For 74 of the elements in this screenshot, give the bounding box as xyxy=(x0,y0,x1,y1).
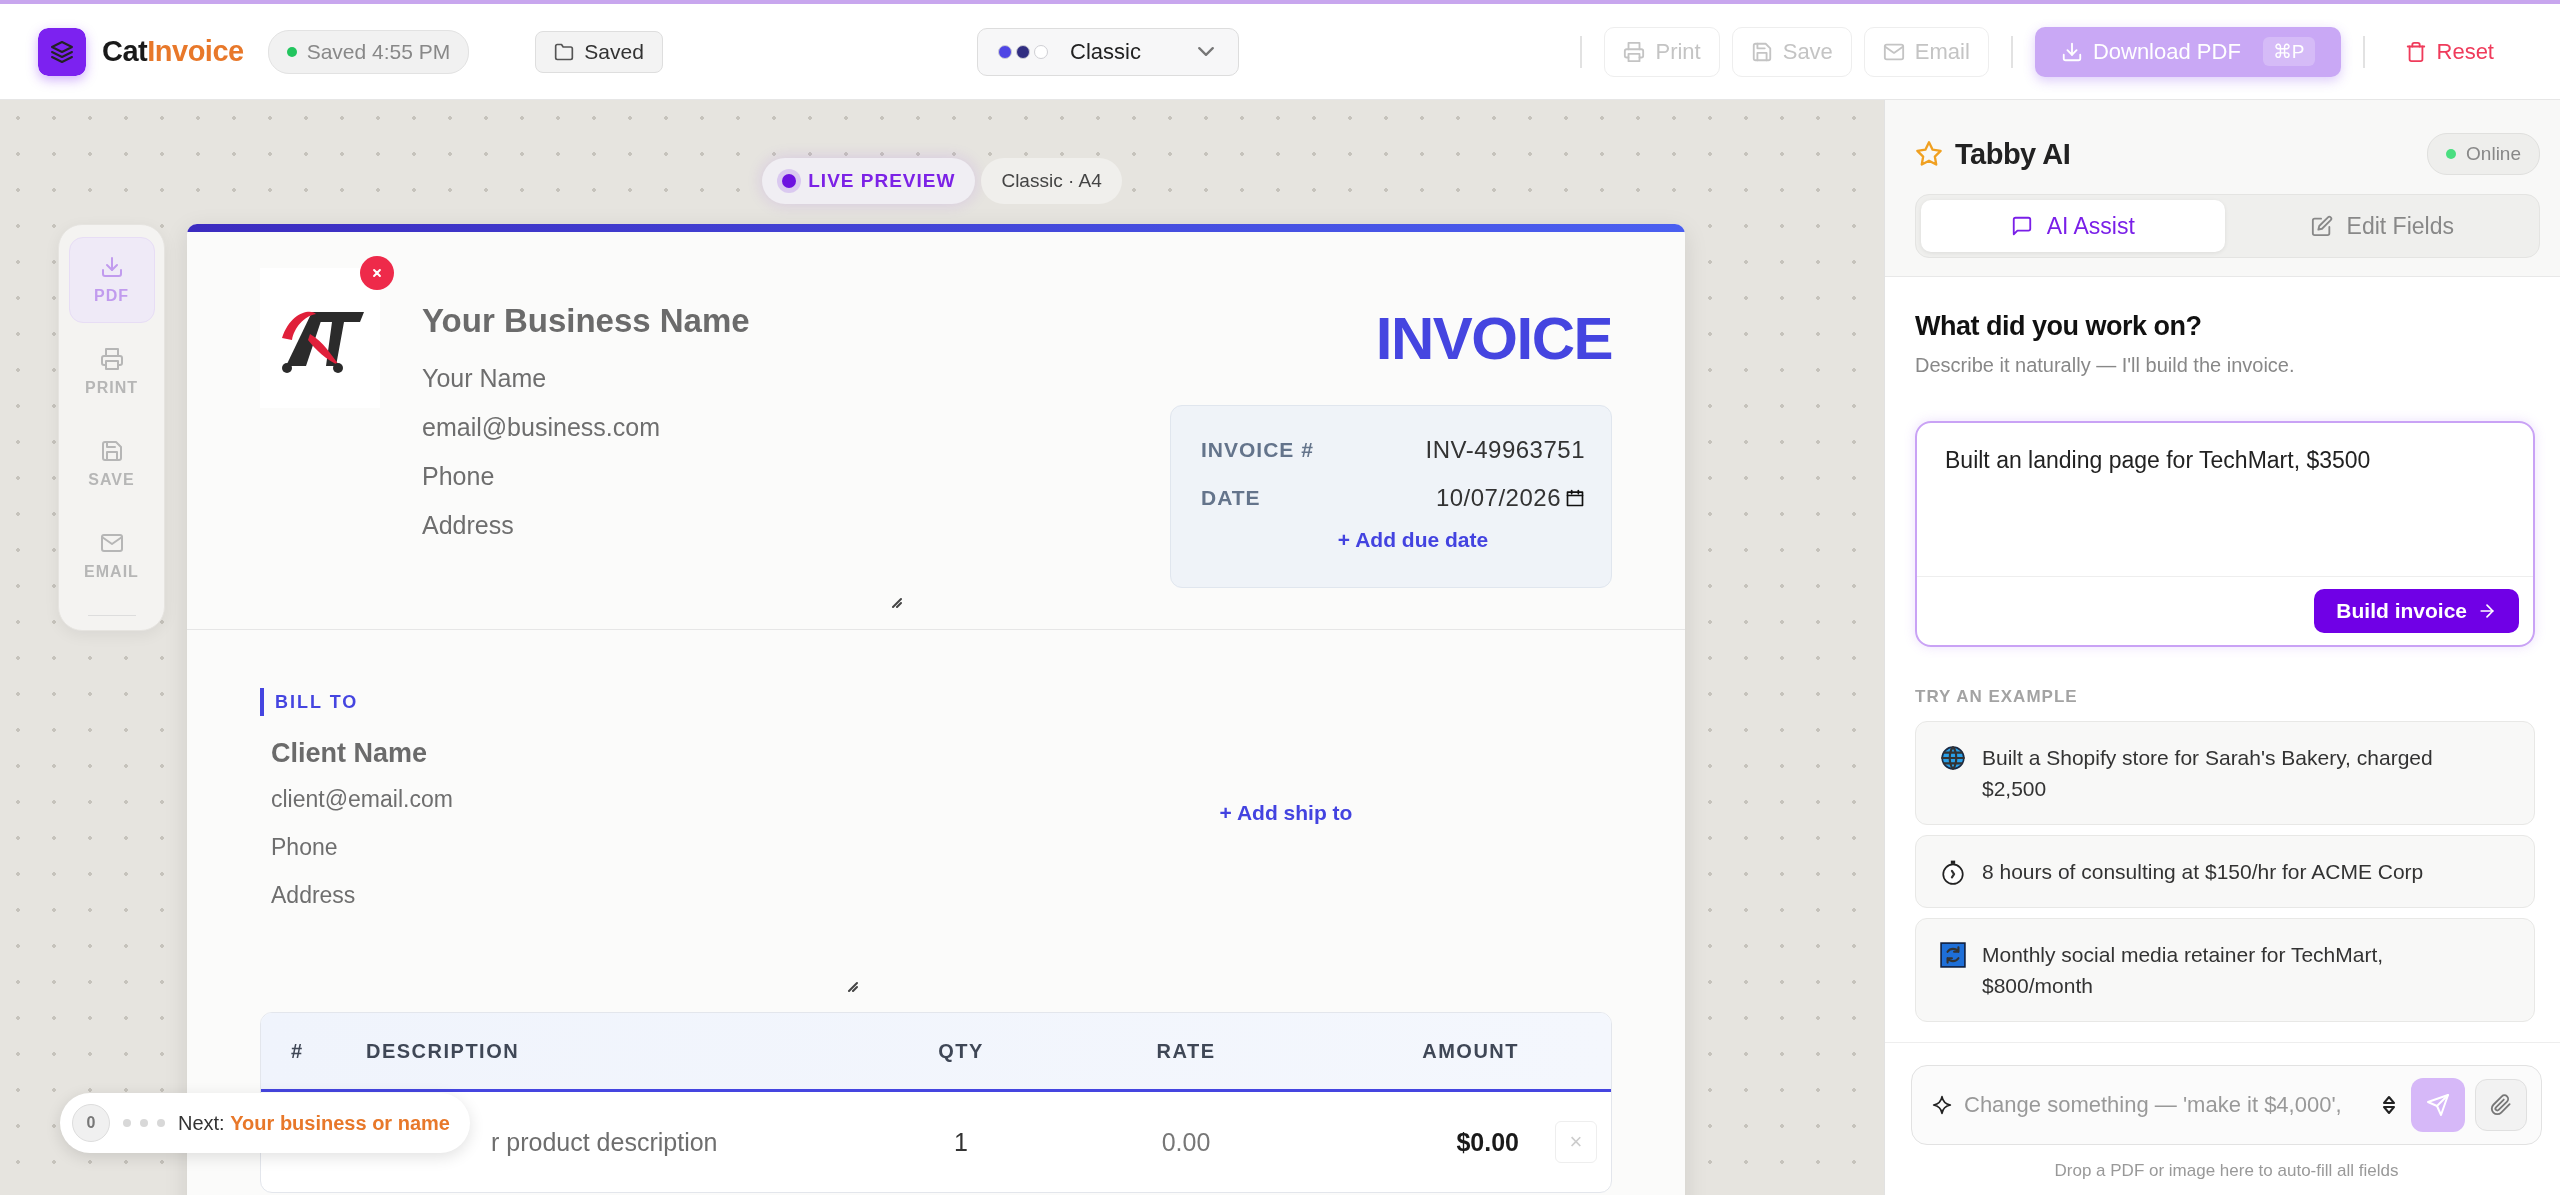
invoice-number-field[interactable]: INV-49963751 xyxy=(1425,436,1585,464)
printer-icon xyxy=(99,347,124,371)
prompt-text: Built an landing page for TechMart, $3500 xyxy=(1944,446,2372,475)
progress-dots-icon xyxy=(122,1118,166,1128)
client-details-field[interactable]: client@email.com Phone Address xyxy=(271,775,960,919)
save-icon xyxy=(1750,40,1773,63)
client-name-field[interactable]: Client Name xyxy=(271,738,960,769)
paperclip-icon xyxy=(2490,1094,2512,1116)
add-due-date-link[interactable]: + Add due date xyxy=(1241,528,1585,552)
trash-icon xyxy=(2404,40,2427,63)
meta-label: INVOICE # xyxy=(1201,438,1314,462)
template-info: Classic · A4 xyxy=(981,158,1122,204)
assistant-title: Tabby AI xyxy=(1955,137,2071,171)
prompt-subheading: Describe it naturally — I'll build the invoice. xyxy=(1915,354,2296,377)
business-details-field[interactable]: Your Name email@business.com Phone Address xyxy=(422,354,902,550)
refresh-icon xyxy=(1940,942,1966,968)
build-invoice-button[interactable]: Build invoice xyxy=(2314,589,2519,633)
mail-icon xyxy=(99,531,124,555)
online-status: Online xyxy=(2427,133,2540,175)
globe-icon xyxy=(1940,745,1966,771)
folder-icon xyxy=(554,41,575,62)
example-prompt[interactable]: Built a Shopify store for Sarah's Bakery, charged $2,500 xyxy=(1915,721,2535,825)
add-ship-to-link[interactable]: + Add ship to xyxy=(1219,801,1353,1012)
close-icon xyxy=(370,266,384,280)
business-name-field[interactable]: Your Business Name xyxy=(422,302,902,340)
download-icon xyxy=(2060,40,2083,63)
examples-label: TRY AN EXAMPLE xyxy=(1915,687,2079,707)
remove-logo-button[interactable] xyxy=(360,256,394,290)
template-select[interactable]: Classic xyxy=(977,27,1239,76)
column-header: RATE xyxy=(1155,1039,1217,1063)
panel-tab[interactable]: AI Assist xyxy=(1921,200,2225,252)
next-step-text: Next: Your business or name xyxy=(178,1111,450,1135)
printer-icon xyxy=(1623,40,1646,63)
shortcut-badge: ⌘P xyxy=(2262,37,2315,66)
sort-arrows-icon xyxy=(2383,1095,2395,1115)
app-logo-icon xyxy=(38,27,86,76)
saved-button[interactable]: Saved xyxy=(535,30,663,73)
example-prompt[interactable]: Monthly social media retainer for TechMart, $800/month xyxy=(1915,918,2535,1022)
resize-handle-icon[interactable] xyxy=(846,980,858,992)
resize-handle-icon[interactable] xyxy=(890,596,902,608)
chevron-down-icon xyxy=(1198,47,1214,56)
calendar-icon xyxy=(1565,488,1585,508)
save-icon xyxy=(99,439,124,463)
send-icon xyxy=(2426,1093,2450,1117)
panel-tab[interactable]: Edit Fields xyxy=(2230,200,2534,252)
quantity-field[interactable]: 1 xyxy=(901,1127,1021,1157)
next-step-hint[interactable]: 0 Next: Your business or name xyxy=(60,1093,470,1153)
column-header: # xyxy=(290,1039,305,1063)
live-preview-badge: LIVE PREVIEW xyxy=(762,158,976,204)
bill-to-label: BILL TO xyxy=(260,688,960,716)
save-status: Saved 4:55 PM xyxy=(267,29,470,74)
date-field[interactable]: 10/07/2026 xyxy=(1435,484,1585,512)
meta-label: DATE xyxy=(1201,486,1261,510)
column-header: DESCRIPTION xyxy=(365,1039,521,1063)
download-icon xyxy=(99,255,124,279)
drop-hint: Drop a PDF or image here to auto-fill all fields xyxy=(2053,1161,2400,1181)
prompt-box[interactable]: Built an landing page for TechMart, $3500 Build invoice xyxy=(1915,421,2535,647)
column-header: AMOUNT xyxy=(1421,1039,1520,1063)
rate-field[interactable]: 0.00 xyxy=(1021,1127,1351,1157)
column-header: QTY xyxy=(937,1039,985,1063)
step-count: 0 xyxy=(72,1104,110,1142)
stopwatch-icon xyxy=(1940,859,1966,885)
pencil-square-icon xyxy=(2310,215,2333,237)
chat-bubble-icon xyxy=(2010,215,2033,237)
reset-button[interactable]: Reset xyxy=(2386,26,2512,77)
invoice-title: INVOICE xyxy=(1375,304,1612,373)
sparkle-icon xyxy=(1932,1095,1952,1115)
app-name: CatInvoice xyxy=(102,35,244,68)
example-prompt[interactable]: 8 hours of consulting at $150/hr for ACME Corp xyxy=(1915,835,2535,908)
prompt-heading: What did you work on? xyxy=(1915,311,2203,342)
amount-cell-text: $0.00 xyxy=(1455,1127,1520,1157)
attach-button[interactable] xyxy=(2475,1079,2527,1131)
description-field[interactable]: r product description xyxy=(491,1127,718,1156)
star-icon xyxy=(1915,140,1943,168)
